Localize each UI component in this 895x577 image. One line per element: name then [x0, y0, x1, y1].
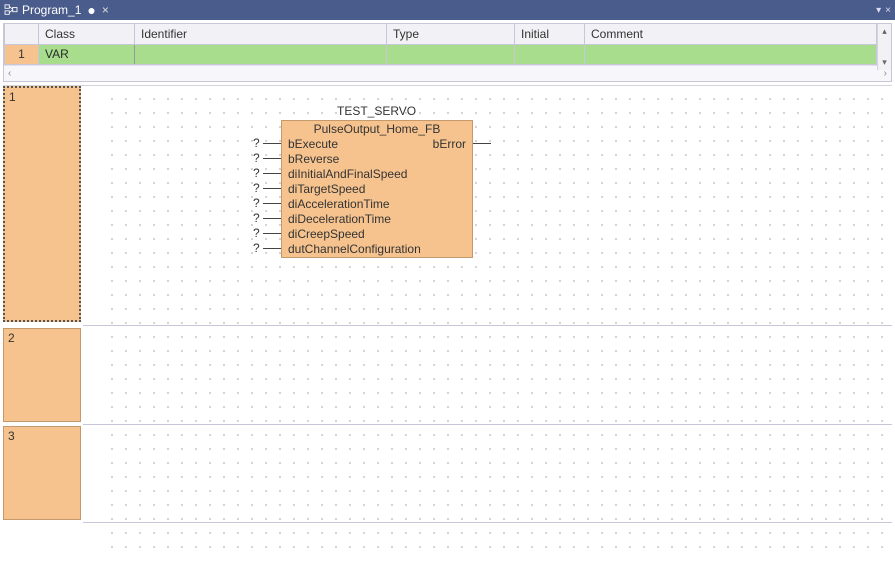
pin-wire: [263, 173, 281, 174]
pin-wire: [263, 143, 281, 144]
pin-wire: [263, 188, 281, 189]
scroll-left-icon[interactable]: ‹: [8, 68, 11, 79]
column-header-type[interactable]: Type: [387, 24, 515, 44]
var-horizontal-scrollbar[interactable]: ‹ ›: [4, 65, 891, 81]
fb-instance-name[interactable]: TEST_SERVO: [337, 104, 416, 118]
column-header-comment[interactable]: Comment: [585, 24, 877, 44]
variable-row[interactable]: 1 VAR: [5, 44, 877, 64]
program-icon: [4, 4, 18, 16]
unconnected-marker[interactable]: ?: [253, 181, 260, 195]
tab-unsaved-indicator: ●: [87, 3, 95, 17]
variable-declaration-pane: ▴ ▾ Class Identifier Type Initial Commen…: [3, 23, 892, 82]
fbd-grid-background: [99, 86, 892, 555]
fbd-editor[interactable]: 1 2 3 TEST_SERVO PulseOutput_Home_FB bEx…: [3, 85, 892, 555]
unconnected-marker[interactable]: ?: [253, 196, 260, 210]
network-divider: [83, 522, 892, 523]
unconnected-marker[interactable]: ?: [253, 151, 260, 165]
scroll-down-icon[interactable]: ▾: [882, 57, 887, 68]
pin-wire: [263, 203, 281, 204]
pin-wire: [473, 143, 491, 144]
column-header-identifier[interactable]: Identifier: [135, 24, 387, 44]
initial-cell[interactable]: [515, 44, 585, 64]
fb-input-pin[interactable]: bExecute: [288, 137, 338, 152]
column-header-initial[interactable]: Initial: [515, 24, 585, 44]
tab-close-button[interactable]: ×: [102, 3, 109, 17]
network-divider: [83, 325, 892, 326]
unconnected-marker[interactable]: ?: [253, 241, 260, 255]
fb-input-pin[interactable]: diAccelerationTime: [288, 197, 390, 212]
class-cell[interactable]: VAR: [39, 44, 135, 64]
fb-output-pin[interactable]: bError: [433, 137, 466, 152]
fb-input-pin[interactable]: dutChannelConfiguration: [288, 242, 421, 257]
unconnected-marker[interactable]: ?: [253, 136, 260, 150]
var-vertical-scrollbar[interactable]: ▴ ▾: [877, 24, 891, 70]
row-number-cell[interactable]: 1: [5, 44, 39, 64]
pin-wire: [263, 233, 281, 234]
fb-input-pin[interactable]: bReverse: [288, 152, 339, 167]
column-header-class[interactable]: Class: [39, 24, 135, 44]
network-number-2[interactable]: 2: [3, 328, 81, 422]
tab-title[interactable]: Program_1: [22, 3, 81, 17]
function-block[interactable]: PulseOutput_Home_FB bExecute bError bReve…: [281, 120, 473, 258]
scroll-up-icon[interactable]: ▴: [882, 26, 887, 37]
identifier-cell[interactable]: [135, 44, 387, 64]
pin-wire: [263, 218, 281, 219]
fb-input-pin[interactable]: diInitialAndFinalSpeed: [288, 167, 407, 182]
fb-input-pin[interactable]: diDecelerationTime: [288, 212, 391, 227]
unconnected-marker[interactable]: ?: [253, 226, 260, 240]
window-close-button[interactable]: ×: [885, 5, 891, 16]
pin-wire: [263, 158, 281, 159]
network-number-3[interactable]: 3: [3, 426, 81, 520]
pin-wire: [263, 248, 281, 249]
tab-bar: Program_1 ● × ▾ ×: [0, 0, 895, 20]
type-cell[interactable]: [387, 44, 515, 64]
comment-cell[interactable]: [585, 44, 877, 64]
unconnected-marker[interactable]: ?: [253, 166, 260, 180]
row-number-header: [5, 24, 39, 44]
fb-input-pin[interactable]: diCreepSpeed: [288, 227, 365, 242]
fb-input-pin[interactable]: diTargetSpeed: [288, 182, 365, 197]
variable-table-header-row: Class Identifier Type Initial Comment: [5, 24, 877, 44]
network-number-1[interactable]: 1: [3, 86, 81, 322]
variable-table[interactable]: Class Identifier Type Initial Comment 1 …: [4, 24, 877, 65]
window-menu-dropdown[interactable]: ▾: [876, 5, 881, 16]
network-divider: [83, 424, 892, 425]
fb-type-name: PulseOutput_Home_FB: [282, 121, 472, 137]
unconnected-marker[interactable]: ?: [253, 211, 260, 225]
